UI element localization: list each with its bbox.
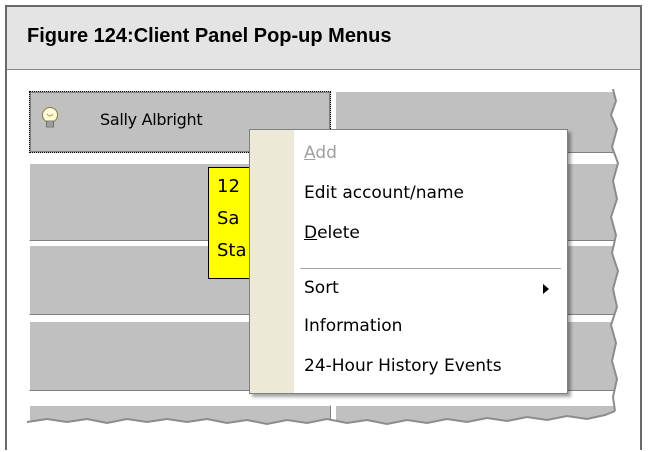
menu-item-delete[interactable]: Delete: [304, 223, 360, 243]
submenu-arrow-icon: [543, 284, 549, 294]
menu-item-information[interactable]: Information: [304, 316, 402, 336]
menu-item-edit-account[interactable]: Edit account/name: [304, 183, 464, 203]
client-panel-screenshot: Sally Albright 12 Sa Sta Add Edit accoun…: [27, 89, 627, 447]
menu-item-add[interactable]: Add: [304, 143, 337, 163]
figure-frame: Figure 124:Client Panel Pop-up Menus Sal…: [5, 5, 642, 450]
figure-header: Figure 124:Client Panel Pop-up Menus: [7, 7, 640, 70]
menu-item-delete-rest: elete: [317, 223, 360, 243]
menu-item-history-events[interactable]: 24-Hour History Events: [304, 356, 502, 376]
menu-separator: [300, 268, 561, 269]
context-menu: Add Edit account/name Delete Sort Inform…: [249, 129, 568, 394]
menu-icon-gutter: [250, 130, 294, 393]
figure-title: Figure 124:Client Panel Pop-up Menus: [27, 25, 392, 47]
menu-item-add-rest: dd: [315, 143, 337, 163]
menu-item-sort[interactable]: Sort: [304, 278, 339, 298]
menu-item-add-accel: A: [304, 143, 316, 163]
menu-item-delete-accel: D: [304, 223, 318, 243]
